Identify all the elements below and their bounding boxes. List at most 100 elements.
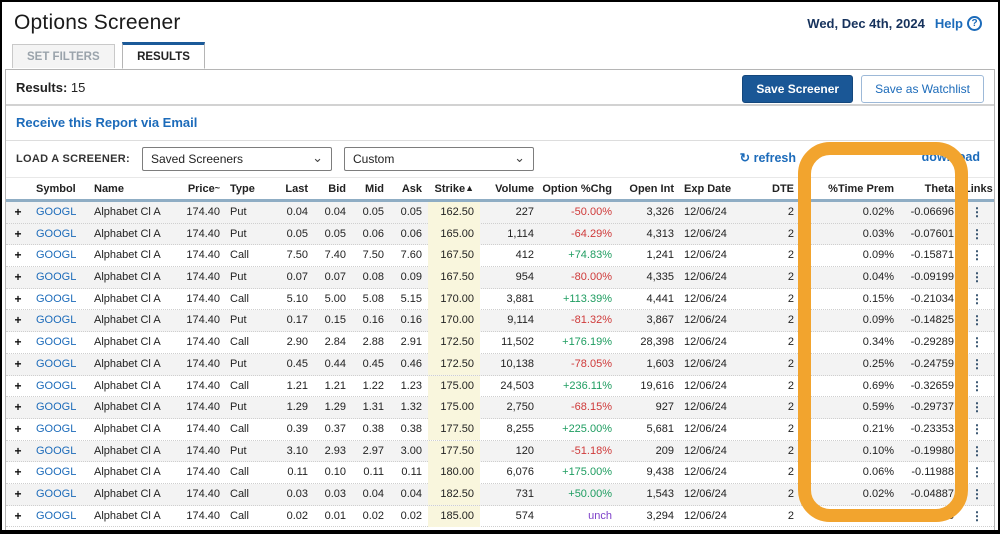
row-links-icon[interactable]: ⋮ [960,484,994,506]
cell-mid: 1.22 [362,379,384,392]
expand-row-icon[interactable]: + [6,332,30,354]
cell-open-int: 1,603 [646,357,674,370]
cell-bid: 0.07 [324,271,346,284]
col-header-time-prem[interactable]: %Time Prem [800,178,900,199]
col-header-open-int[interactable]: Open Int [618,178,680,199]
symbol-link[interactable]: GOOGL [30,202,90,224]
cell-exp-date: 12/06/24 [684,227,727,240]
expand-row-icon[interactable]: + [6,441,30,463]
receive-report-email-link[interactable]: Receive this Report via Email [16,115,197,130]
cell-bid: 0.10 [324,466,346,479]
cell-price: 174.40 [186,487,220,500]
row-links-icon[interactable]: ⋮ [960,289,994,311]
row-links-icon[interactable]: ⋮ [960,397,994,419]
cell-time-prem: 0.69% [862,379,894,392]
symbol-link[interactable]: GOOGL [30,441,90,463]
col-header-last[interactable]: Last [266,178,314,199]
cell-option-chg: -80.00% [571,271,612,284]
expand-row-icon[interactable]: + [6,484,30,506]
expand-row-icon[interactable]: + [6,354,30,376]
col-header-name[interactable]: Name [90,178,180,199]
cell-exp-date: 12/06/24 [684,206,727,218]
row-links-icon[interactable]: ⋮ [960,310,994,332]
save-screener-button[interactable]: Save Screener [742,75,854,103]
col-header-symbol[interactable]: Symbol [30,178,90,199]
row-links-icon[interactable]: ⋮ [960,419,994,441]
col-header-volume[interactable]: Volume [480,178,540,199]
symbol-link[interactable]: GOOGL [30,245,90,267]
expand-row-icon[interactable]: + [6,376,30,398]
help-link[interactable]: Help ? [935,16,982,31]
expand-row-icon[interactable]: + [6,397,30,419]
symbol-link[interactable]: GOOGL [30,289,90,311]
cell-name: Alphabet Cl A [94,401,161,414]
cell-volume: 11,502 [501,336,534,349]
tab-set-filters[interactable]: SET FILTERS [12,44,115,68]
saved-screeners-dropdown[interactable]: Saved Screeners ⌄ [142,147,332,171]
cell-theta: -0.03736 [910,509,954,522]
col-header-ask[interactable]: Ask [390,178,428,199]
cell-option-chg: -78.05% [571,357,612,370]
save-as-watchlist-button[interactable]: Save as Watchlist [861,75,984,103]
row-links-icon[interactable]: ⋮ [960,224,994,246]
symbol-link[interactable]: GOOGL [30,224,90,246]
expand-row-icon[interactable]: + [6,267,30,289]
col-header-dte[interactable]: DTE [740,178,800,199]
expand-row-icon[interactable]: + [6,202,30,224]
expand-row-icon[interactable]: + [6,245,30,267]
symbol-link[interactable]: GOOGL [30,310,90,332]
row-links-icon[interactable]: ⋮ [960,506,994,528]
row-links-icon[interactable]: ⋮ [960,462,994,484]
symbol-link[interactable]: GOOGL [30,506,90,528]
expand-row-icon[interactable]: + [6,506,30,528]
symbol-link[interactable]: GOOGL [30,376,90,398]
cell-strike: 172.50 [428,353,480,376]
symbol-link[interactable]: GOOGL [30,354,90,376]
refresh-label: refresh [753,151,796,165]
row-links-icon[interactable]: ⋮ [960,354,994,376]
col-header-theta[interactable]: Theta [900,178,960,199]
row-links-icon[interactable]: ⋮ [960,267,994,289]
cell-option-chg: +225.00% [562,422,612,435]
custom-screener-dropdown[interactable]: Custom ⌄ [344,147,534,171]
col-header-option-chg[interactable]: Option %Chg [540,178,618,199]
symbol-link[interactable]: GOOGL [30,267,90,289]
symbol-link[interactable]: GOOGL [30,332,90,354]
col-header-type[interactable]: Type [226,178,266,199]
col-header-strike[interactable]: Strike▲ [428,178,480,199]
symbol-link[interactable]: GOOGL [30,397,90,419]
cell-theta: -0.29737 [910,401,954,414]
cell-name: Alphabet Cl A [94,271,161,284]
symbol-link[interactable]: GOOGL [30,462,90,484]
col-header-bid[interactable]: Bid [314,178,352,199]
cell-strike: 180.00 [428,462,480,484]
row-links-icon[interactable]: ⋮ [960,332,994,354]
expand-row-icon[interactable]: + [6,419,30,441]
col-header-price[interactable]: Price~ [180,178,226,199]
col-header-exp-date[interactable]: Exp Date [680,178,740,199]
row-links-icon[interactable]: ⋮ [960,202,994,224]
symbol-link[interactable]: GOOGL [30,419,90,441]
row-links-icon[interactable]: ⋮ [960,441,994,463]
col-header-mid[interactable]: Mid [352,178,390,199]
cell-name: Alphabet Cl A [94,249,161,262]
cell-theta: -0.09199 [910,271,954,284]
expand-row-icon[interactable]: + [6,462,30,484]
cell-last: 7.50 [286,249,308,262]
cell-time-prem: 0.02% [862,487,894,500]
download-link[interactable]: download [922,150,980,164]
cell-type: Put [230,271,247,284]
cell-strike: 170.00 [428,288,480,311]
cell-time-prem: 0.09% [862,249,894,262]
cell-type: Put [230,227,247,240]
tab-results[interactable]: RESULTS [122,42,205,69]
refresh-link[interactable]: ↻ refresh [740,150,796,165]
expand-row-icon[interactable]: + [6,289,30,311]
symbol-link[interactable]: GOOGL [30,484,90,506]
expand-row-icon[interactable]: + [6,224,30,246]
cell-volume: 574 [515,509,534,522]
row-links-icon[interactable]: ⋮ [960,376,994,398]
expand-row-icon[interactable]: + [6,310,30,332]
table-row: + GOOGL Alphabet Cl A 174.40 Call 0.03 0… [6,483,994,506]
row-links-icon[interactable]: ⋮ [960,245,994,267]
